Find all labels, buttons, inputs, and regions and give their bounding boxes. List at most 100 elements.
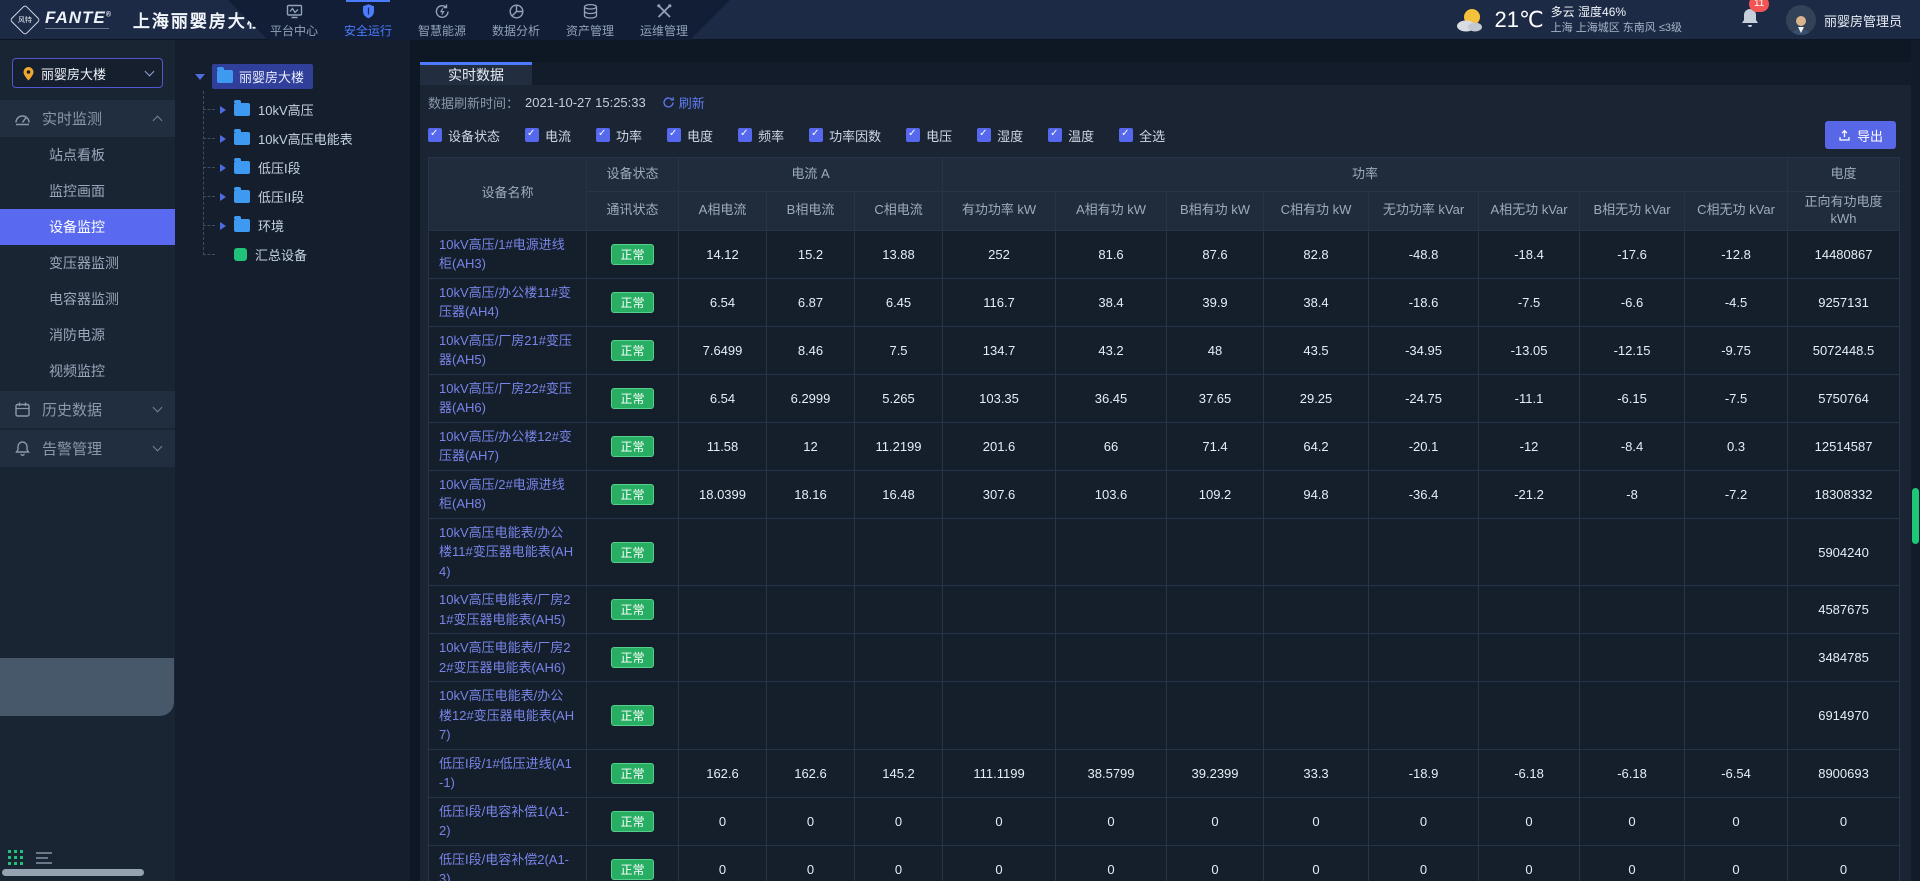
value-cell: 6.2999 (767, 374, 855, 422)
value-cell: -18.4 (1479, 230, 1580, 278)
checkbox-checked-icon[interactable] (667, 128, 681, 142)
grid-dots-icon[interactable] (8, 850, 23, 865)
nav-item-数据分析[interactable]: 数据分析 (483, 0, 549, 40)
table-row: 10kV高压电能表/厂房21#变压器电能表(AH5)正常4587675 (429, 586, 1900, 634)
tree-node-10kV高压[interactable]: 10kV高压 (200, 95, 410, 124)
filter-功率因数[interactable]: 功率因数 (809, 126, 881, 145)
value-cell: 162.6 (679, 749, 767, 797)
device-name-cell: 10kV高压/1#电源进线柜(AH3) (429, 230, 587, 278)
list-toggle-icon[interactable] (36, 852, 52, 864)
filter-设备状态[interactable]: 设备状态 (428, 126, 500, 145)
device-link[interactable]: 10kV高压电能表/厂房22#变压器电能表(AH6) (439, 640, 570, 675)
checkbox-checked-icon[interactable] (525, 128, 539, 142)
horizontal-scrollbar-thumb[interactable] (2, 869, 144, 876)
value-cell: -24.75 (1369, 374, 1479, 422)
tab-strip: 实时数据 (420, 62, 1920, 85)
nav-item-智慧能源[interactable]: 智慧能源 (409, 0, 475, 40)
caret-collapsed-icon[interactable] (220, 193, 226, 201)
tree-node-root[interactable]: 丽婴房大楼 (195, 64, 410, 89)
device-link[interactable]: 10kV高压电能表/厂房21#变压器电能表(AH5) (439, 592, 570, 627)
nav-item-label: 数据分析 (492, 22, 540, 39)
tree-node-环境[interactable]: 环境 (200, 211, 410, 240)
filter-功率[interactable]: 功率 (596, 126, 642, 145)
tab-realtime-data[interactable]: 实时数据 (420, 62, 532, 85)
device-link[interactable]: 10kV高压/厂房22#变压器(AH6) (439, 381, 572, 416)
station-selector[interactable]: 丽婴房大楼 (12, 58, 163, 88)
nav-item-运维管理[interactable]: 运维管理 (631, 0, 697, 40)
tree-node-低压I段[interactable]: 低压I段 (200, 153, 410, 182)
tree-node-汇总设备[interactable]: 汇总设备 (200, 240, 410, 269)
notifications-button[interactable]: 11 (1740, 7, 1760, 34)
chevron-down-icon (153, 403, 163, 413)
checkbox-checked-icon[interactable] (906, 128, 920, 142)
sidebar-item-视频监控[interactable]: 视频监控 (0, 353, 175, 389)
value-cell: 9257131 (1788, 278, 1900, 326)
vertical-scrollbar-thumb[interactable] (1912, 488, 1919, 544)
filter-label: 功率 (616, 126, 642, 145)
value-cell (855, 682, 943, 750)
checkbox-checked-icon[interactable] (1048, 128, 1062, 142)
caret-expanded-icon[interactable] (195, 74, 205, 80)
export-button[interactable]: 导出 (1825, 121, 1896, 149)
device-link[interactable]: 10kV高压/2#电源进线柜(AH8) (439, 477, 565, 512)
value-cell (943, 682, 1056, 750)
caret-collapsed-icon[interactable] (220, 106, 226, 114)
value-cell: -34.95 (1369, 326, 1479, 374)
sidebar-section-告警管理[interactable]: 告警管理 (0, 430, 175, 467)
weather-condition: 多云 (1551, 5, 1575, 19)
value-cell: -7.5 (1479, 278, 1580, 326)
checkbox-checked-icon[interactable] (596, 128, 610, 142)
nav-item-安全运行[interactable]: 安全运行 (335, 0, 401, 40)
filter-频率[interactable]: 频率 (738, 126, 784, 145)
checkbox-checked-icon[interactable] (738, 128, 752, 142)
value-cell (855, 586, 943, 634)
device-link[interactable]: 10kV高压电能表/办公楼11#变压器电能表(AH4) (439, 525, 573, 579)
sidebar-item-设备监控[interactable]: 设备监控 (0, 209, 175, 245)
sidebar-item-消防电源[interactable]: 消防电源 (0, 317, 175, 353)
filter-电压[interactable]: 电压 (906, 126, 952, 145)
device-link[interactable]: 10kV高压/办公楼12#变压器(AH7) (439, 429, 572, 464)
value-cell: 0 (1264, 845, 1369, 881)
device-link[interactable]: 10kV高压/厂房21#变压器(AH5) (439, 333, 572, 368)
caret-collapsed-icon[interactable] (220, 164, 226, 172)
status-badge: 正常 (611, 484, 653, 505)
device-link[interactable]: 低压I段/电容补偿1(A1-2) (439, 804, 569, 839)
tree-node-10kV高压电能表[interactable]: 10kV高压电能表 (200, 124, 410, 153)
device-link[interactable]: 10kV高压/1#电源进线柜(AH3) (439, 237, 565, 272)
tree-node-低压II段[interactable]: 低压II段 (200, 182, 410, 211)
sidebar-item-监控画面[interactable]: 监控画面 (0, 173, 175, 209)
value-cell: 0 (679, 845, 767, 881)
caret-collapsed-icon[interactable] (220, 135, 226, 143)
filter-温度[interactable]: 温度 (1048, 126, 1094, 145)
sidebar-section-历史数据[interactable]: 历史数据 (0, 391, 175, 428)
device-link[interactable]: 10kV高压电能表/办公楼12#变压器电能表(AH7) (439, 688, 574, 742)
value-cell: 0 (767, 797, 855, 845)
col-header: B相无功 kVar (1580, 192, 1685, 231)
filter-湿度[interactable]: 湿度 (977, 126, 1023, 145)
sidebar-item-电容器监测[interactable]: 电容器监测 (0, 281, 175, 317)
device-link[interactable]: 低压I段/电容补偿2(A1-3) (439, 852, 569, 881)
value-cell: -8 (1580, 470, 1685, 518)
checkbox-checked-icon[interactable] (1119, 128, 1133, 142)
refresh-button[interactable]: 刷新 (662, 93, 705, 112)
filter-电流[interactable]: 电流 (525, 126, 571, 145)
filter-电度[interactable]: 电度 (667, 126, 713, 145)
station-name: 丽婴房大楼 (41, 64, 106, 83)
device-link[interactable]: 10kV高压/办公楼11#变压器(AH4) (439, 285, 571, 320)
nav-item-平台中心[interactable]: 平台中心 (261, 0, 327, 40)
checkbox-checked-icon[interactable] (977, 128, 991, 142)
sidebar-section-实时监测[interactable]: 实时监测 (0, 100, 175, 137)
sidebar-item-变压器监测[interactable]: 变压器监测 (0, 245, 175, 281)
user-menu[interactable]: 丽婴房管理员 (1786, 5, 1902, 35)
sidebar-item-站点看板[interactable]: 站点看板 (0, 137, 175, 173)
refresh-time-value: 2021-10-27 15:25:33 (525, 95, 646, 110)
caret-collapsed-icon[interactable] (220, 222, 226, 230)
checkbox-checked-icon[interactable] (428, 128, 442, 142)
device-link[interactable]: 低压I段/1#低压进线(A1-1) (439, 756, 572, 791)
nav-item-资产管理[interactable]: 资产管理 (557, 0, 623, 40)
value-cell: -9.75 (1685, 326, 1788, 374)
checkbox-checked-icon[interactable] (809, 128, 823, 142)
filter-全选[interactable]: 全选 (1119, 126, 1165, 145)
value-cell: 6.45 (855, 278, 943, 326)
status-badge: 正常 (611, 542, 653, 563)
